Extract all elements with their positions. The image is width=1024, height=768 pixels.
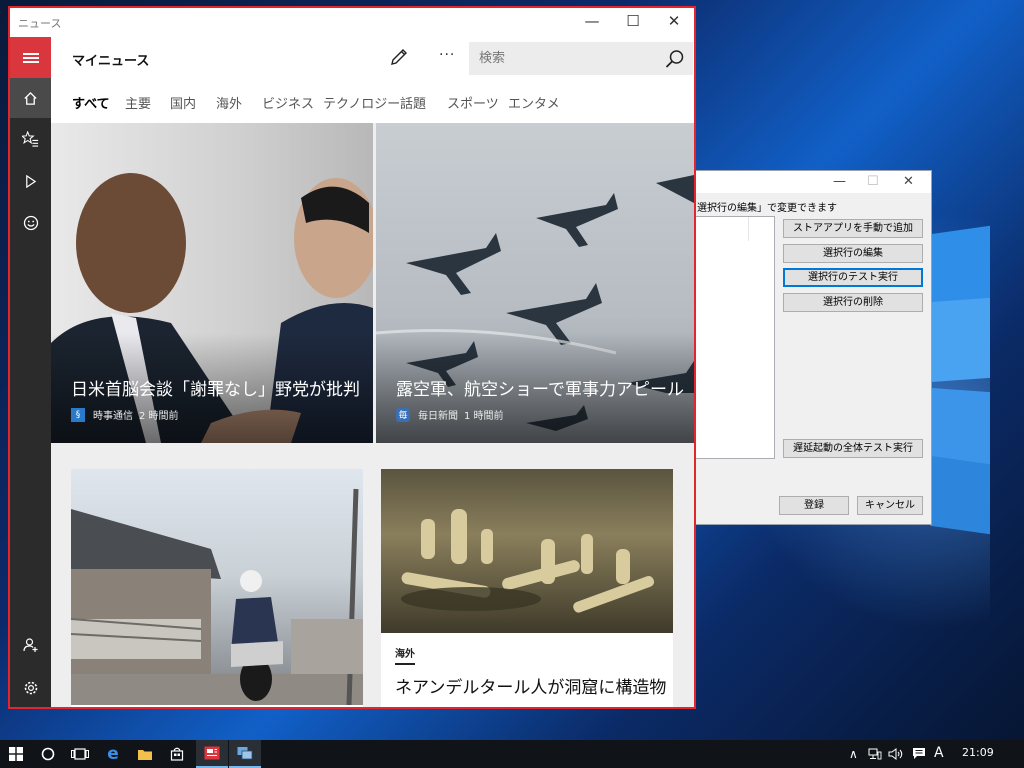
more-options-button[interactable]: ··· <box>439 47 455 63</box>
card-photo <box>71 469 363 705</box>
close-icon[interactable]: ✕ <box>666 12 682 30</box>
tab-domestic[interactable]: 国内 <box>170 93 196 112</box>
store-button[interactable] <box>161 740 193 768</box>
search-input[interactable] <box>469 42 659 75</box>
tab-business[interactable]: ビジネス <box>262 93 314 112</box>
news-app-taskbar-button[interactable] <box>196 740 228 768</box>
nav-account-button[interactable] <box>10 625 51 665</box>
minimize-icon[interactable]: — <box>584 12 600 30</box>
cancel-button[interactable]: キャンセル <box>857 496 923 515</box>
app-window-icon <box>237 747 253 760</box>
tab-top[interactable]: 主要 <box>125 93 151 112</box>
cortana-circle-icon <box>41 747 55 761</box>
jiji-logo-icon: § <box>71 407 85 422</box>
tab-sports[interactable]: スポーツ <box>447 93 499 112</box>
cortana-button[interactable] <box>32 740 64 768</box>
hero-headline: 日米首脳会談「謝罪なし」野党が批判 <box>71 380 360 400</box>
search-box <box>469 42 693 75</box>
file-explorer-button[interactable] <box>129 740 161 768</box>
news-app-window: ニュース — ☐ ✕ マイニュース ··· 検索 すべて 主要 国内 海外 ビジ… <box>8 6 696 709</box>
network-icon[interactable] <box>868 748 882 760</box>
dialog-titlebar: — ☐ ✕ <box>691 171 931 193</box>
nav-interests-button[interactable] <box>10 119 51 159</box>
close-icon[interactable]: ✕ <box>903 174 914 189</box>
tab-entertainment[interactable]: エンタメ <box>508 93 560 112</box>
news-feed: 日米首脳会談「謝罪なし」野党が批判 § 時事通信 2 時間前 露空軍、航空ショー… <box>51 123 694 707</box>
mainichi-logo-icon: 毎 <box>396 407 410 422</box>
card-photo <box>381 469 673 633</box>
window-title: ニュース <box>18 17 62 30</box>
startup-tool-taskbar-button[interactable] <box>229 740 261 768</box>
play-icon <box>26 174 37 188</box>
tab-trending[interactable]: 話題 <box>400 93 426 112</box>
card-category: 海外 <box>395 645 415 665</box>
startup-manager-dialog: — ☐ ✕ 選択行の編集」で変更できます ストアアプリを手動で追加 選択行の編集… <box>690 170 932 525</box>
hero-source: 毎 毎日新聞 1 時間前 <box>396 407 504 422</box>
start-button[interactable] <box>0 740 32 768</box>
nav-video-button[interactable] <box>10 161 51 201</box>
edge-button[interactable]: e <box>97 740 129 768</box>
maximize-icon[interactable]: ☐ <box>867 174 879 189</box>
maximize-icon[interactable]: ☐ <box>625 12 641 30</box>
nav-feedback-button[interactable] <box>10 203 51 243</box>
test-row-button[interactable]: 選択行のテスト実行 <box>783 268 923 287</box>
register-button[interactable]: 登録 <box>779 496 849 515</box>
edge-icon: e <box>107 744 119 764</box>
star-list-icon <box>22 130 39 147</box>
ime-mode-indicator[interactable]: A <box>934 745 944 761</box>
delete-row-button[interactable]: 選択行の削除 <box>783 293 923 312</box>
pencil-icon[interactable] <box>388 46 410 68</box>
nav-home-button[interactable] <box>10 78 51 118</box>
news-card-neanderthal[interactable]: 海外 ネアンデルタール人が洞窟に構造物 <box>381 469 673 707</box>
card-title: ネアンデルタール人が洞窟に構造物 <box>395 678 667 698</box>
category-tabs: すべて 主要 国内 海外 ビジネス テクノロジー 話題 スポーツ エンタメ <box>51 79 694 123</box>
folder-icon <box>138 750 152 760</box>
startup-list[interactable] <box>695 216 775 459</box>
hero-article-airshow[interactable]: 露空軍、航空ショーで軍事力アピール 毎 毎日新聞 1 時間前 <box>376 123 694 443</box>
hamburger-icon <box>22 51 39 65</box>
nav-rail <box>10 37 51 707</box>
window-titlebar: ニュース — ☐ ✕ <box>10 8 694 37</box>
chevron-up-icon[interactable]: ∧ <box>849 747 858 761</box>
home-icon <box>24 91 37 105</box>
tab-all[interactable]: すべて <box>72 93 110 112</box>
user-add-icon <box>22 638 37 652</box>
windows-logo-icon <box>9 747 23 761</box>
action-center-icon[interactable] <box>912 747 926 760</box>
hamburger-menu-button[interactable] <box>10 37 51 78</box>
hero-source: § 時事通信 2 時間前 <box>71 407 179 422</box>
store-bag-icon <box>170 747 184 761</box>
volume-icon[interactable] <box>888 748 904 760</box>
add-store-app-button[interactable]: ストアアプリを手動で追加 <box>783 219 923 238</box>
smiley-icon <box>23 215 38 231</box>
tab-world[interactable]: 海外 <box>216 93 242 112</box>
app-header: マイニュース ··· <box>51 37 694 79</box>
taskbar: e ∧ A 21:09 <box>0 740 1024 768</box>
news-app-icon <box>204 746 220 760</box>
minimize-icon[interactable]: — <box>833 174 846 189</box>
nav-settings-button[interactable] <box>10 668 51 707</box>
gear-icon <box>24 681 37 695</box>
news-card-earthquake[interactable] <box>71 469 363 707</box>
test-all-delayed-button[interactable]: 遅延起動の全体テスト実行 <box>783 439 923 458</box>
task-view-button[interactable] <box>64 740 96 768</box>
task-view-icon <box>71 748 89 760</box>
taskbar-clock[interactable]: 21:09 <box>962 746 994 759</box>
search-icon[interactable] <box>665 49 685 69</box>
hero-article-summit[interactable]: 日米首脳会談「謝罪なし」野党が批判 § 時事通信 2 時間前 <box>51 123 373 443</box>
hero-headline: 露空軍、航空ショーで軍事力アピール <box>396 380 684 400</box>
tab-technology[interactable]: テクノロジー <box>323 93 400 112</box>
page-title: マイニュース <box>72 54 150 69</box>
dialog-description: 選択行の編集」で変更できます <box>697 203 837 214</box>
edit-row-button[interactable]: 選択行の編集 <box>783 244 923 263</box>
